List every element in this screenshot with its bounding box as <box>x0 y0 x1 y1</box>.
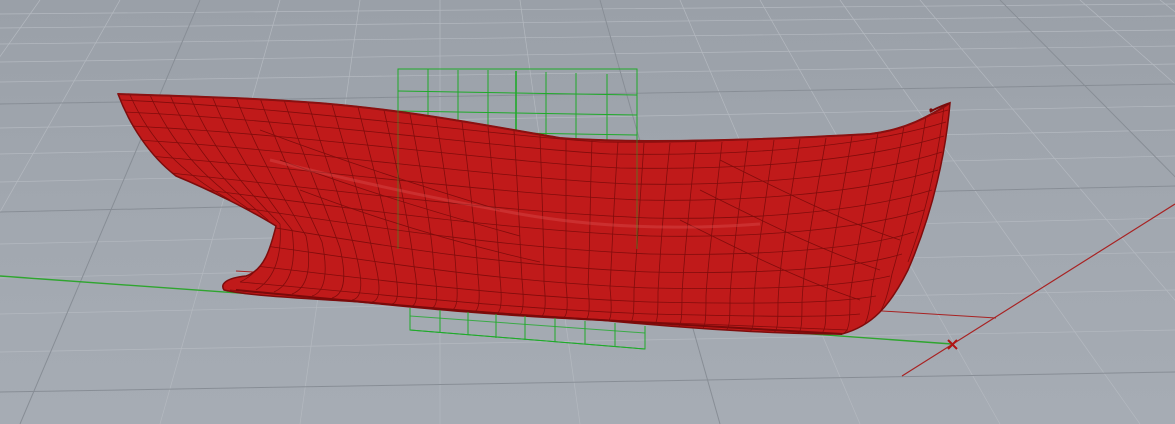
ship-hull-mesh[interactable] <box>116 93 951 335</box>
perspective-viewport[interactable] <box>0 0 1175 424</box>
hull-surface[interactable] <box>116 93 951 335</box>
bow-point-marker <box>929 108 933 112</box>
viewport-canvas[interactable] <box>0 0 1175 424</box>
y-axis-line <box>901 203 1175 377</box>
